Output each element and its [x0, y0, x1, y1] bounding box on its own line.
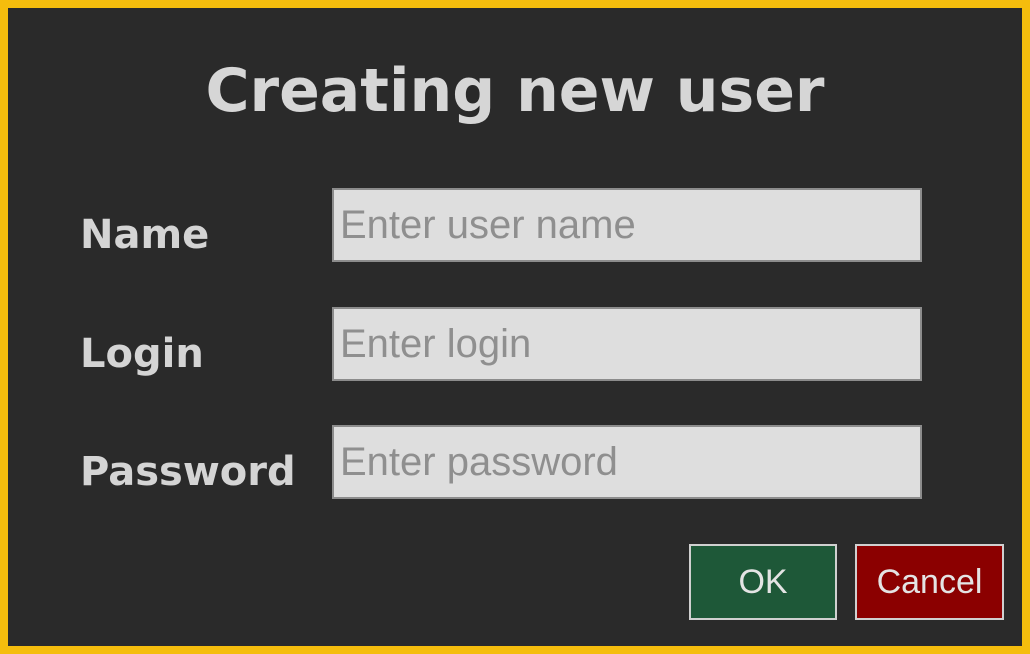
password-input[interactable]: [332, 425, 922, 499]
dialog-title: Creating new user: [205, 56, 825, 126]
cancel-button[interactable]: Cancel: [855, 544, 1004, 620]
name-label: Name: [80, 212, 210, 258]
login-label: Login: [80, 331, 204, 377]
password-label: Password: [80, 449, 296, 495]
ok-button[interactable]: OK: [689, 544, 837, 620]
login-input[interactable]: [332, 307, 922, 381]
create-user-dialog: Creating new user Name Login Password OK…: [0, 0, 1030, 654]
name-input[interactable]: [332, 188, 922, 262]
